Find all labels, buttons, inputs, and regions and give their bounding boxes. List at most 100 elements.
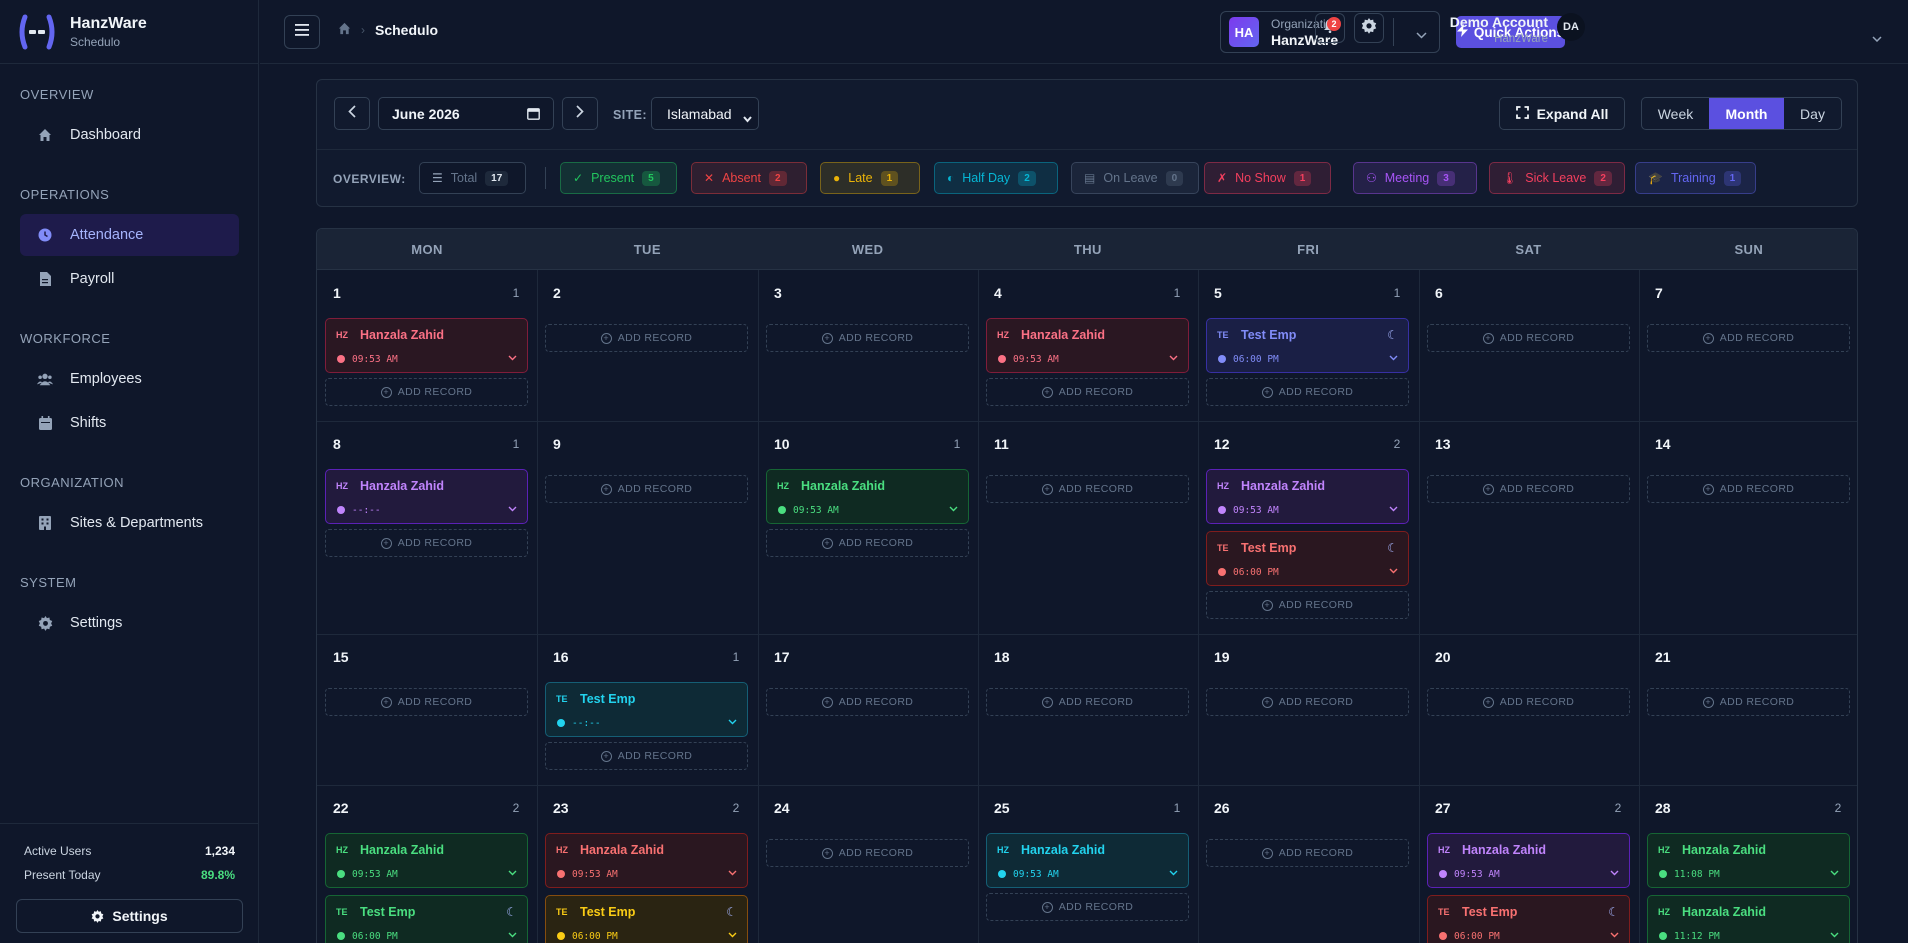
attendance-record-card[interactable]: HZ Hanzala Zahid 09:53 AM: [766, 469, 969, 524]
add-record-button[interactable]: + ADD RECORD: [986, 475, 1189, 503]
add-record-button[interactable]: + ADD RECORD: [545, 324, 748, 352]
sidebar-item-settings[interactable]: Settings: [20, 602, 239, 644]
chevron-down-icon[interactable]: [728, 717, 737, 728]
sidebar-item-attendance[interactable]: Attendance: [20, 214, 239, 256]
chevron-down-icon[interactable]: [1389, 566, 1398, 577]
chevron-down-icon[interactable]: [508, 868, 517, 879]
add-record-button[interactable]: + ADD RECORD: [1427, 324, 1630, 352]
overview-chip-late[interactable]: ● Late 1: [820, 162, 920, 194]
overview-chip-half-day[interactable]: ◐ Half Day 2: [934, 162, 1058, 194]
chevron-down-icon[interactable]: [1830, 868, 1839, 879]
attendance-record-card[interactable]: HZ Hanzala Zahid 09:53 AM: [325, 833, 528, 888]
add-record-button[interactable]: + ADD RECORD: [1647, 324, 1850, 352]
month-picker-input[interactable]: June 2026: [378, 97, 554, 130]
sidebar-item-sites[interactable]: Sites & Departments: [20, 502, 239, 544]
chevron-down-icon[interactable]: [508, 353, 517, 364]
chevron-down-icon[interactable]: [1169, 868, 1178, 879]
day-number: 23: [553, 800, 569, 816]
sidebar-item-dashboard[interactable]: Dashboard: [20, 114, 239, 156]
menu-toggle-button[interactable]: [284, 15, 320, 49]
add-record-button[interactable]: + ADD RECORD: [325, 688, 528, 716]
chevron-down-icon[interactable]: [1169, 353, 1178, 364]
attendance-record-card[interactable]: HZ Hanzala Zahid 11:08 PM: [1647, 833, 1850, 888]
add-record-button[interactable]: + ADD RECORD: [545, 475, 748, 503]
settings-button[interactable]: [1354, 13, 1384, 43]
overview-chip-meeting[interactable]: ⚇ Meeting 3: [1353, 162, 1477, 194]
overview-chip-on-leave[interactable]: ▤ On Leave 0: [1071, 162, 1199, 194]
day-cell: 27 2 HZ Hanzala Zahid 09:53 AM TE Test Emp 06:0…: [1419, 785, 1639, 943]
expand-all-button[interactable]: Expand All: [1499, 97, 1625, 130]
overview-chip-present[interactable]: ✓ Present 5: [560, 162, 677, 194]
chevron-down-icon[interactable]: [949, 504, 958, 515]
add-record-button[interactable]: + ADD RECORD: [986, 378, 1189, 406]
home-icon[interactable]: [338, 22, 351, 38]
attendance-record-card[interactable]: TE Test Emp 06:00 PM ☾: [1427, 895, 1630, 943]
add-record-button[interactable]: + ADD RECORD: [1206, 688, 1409, 716]
notifications-button[interactable]: 2: [1315, 13, 1345, 43]
attendance-record-card[interactable]: HZ Hanzala Zahid 09:53 AM: [1206, 469, 1409, 524]
overview-chip-total[interactable]: ☰ Total 17: [419, 162, 526, 194]
attendance-record-card[interactable]: HZ Hanzala Zahid --:--: [325, 469, 528, 524]
chevron-down-icon[interactable]: [508, 930, 517, 941]
add-record-button[interactable]: + ADD RECORD: [545, 742, 748, 770]
attendance-record-card[interactable]: HZ Hanzala Zahid 09:53 AM: [545, 833, 748, 888]
sidebar-item-shifts[interactable]: Shifts: [20, 402, 239, 444]
view-month-button[interactable]: Month: [1709, 98, 1784, 129]
add-record-button[interactable]: + ADD RECORD: [1647, 688, 1850, 716]
chevron-down-icon[interactable]: [1389, 353, 1398, 364]
chevron-down-icon[interactable]: [728, 868, 737, 879]
view-week-button[interactable]: Week: [1642, 98, 1709, 129]
add-record-button[interactable]: + ADD RECORD: [766, 839, 969, 867]
prev-month-button[interactable]: [334, 97, 370, 130]
add-record-button[interactable]: + ADD RECORD: [1206, 591, 1409, 619]
account-info[interactable]: Demo Account HanzWare: [1410, 14, 1548, 45]
overview-chip-sick-leave[interactable]: 🌡 Sick Leave 2: [1489, 162, 1625, 194]
plus-icon: +: [1041, 483, 1053, 495]
add-record-button[interactable]: + ADD RECORD: [986, 893, 1189, 921]
add-record-button[interactable]: + ADD RECORD: [766, 324, 969, 352]
chevron-down-icon[interactable]: [1610, 930, 1619, 941]
site-select[interactable]: Islamabad: [651, 97, 759, 130]
add-record-button[interactable]: + ADD RECORD: [1647, 475, 1850, 503]
employee-name: Test Emp: [1462, 905, 1518, 919]
overview-chip-no-show[interactable]: ✗ No Show 1: [1204, 162, 1331, 194]
add-record-button[interactable]: + ADD RECORD: [1427, 688, 1630, 716]
attendance-record-card[interactable]: TE Test Emp 06:00 PM ☾: [1206, 531, 1409, 586]
sidebar-item-payroll[interactable]: Payroll: [20, 258, 239, 300]
sidebar-item-label: Shifts: [70, 415, 107, 431]
add-record-button[interactable]: + ADD RECORD: [986, 688, 1189, 716]
attendance-record-card[interactable]: TE Test Emp 06:00 PM ☾: [325, 895, 528, 943]
attendance-record-card[interactable]: HZ Hanzala Zahid 09:53 AM: [1427, 833, 1630, 888]
chevron-down-icon[interactable]: [1830, 930, 1839, 941]
add-record-button[interactable]: + ADD RECORD: [1427, 475, 1630, 503]
add-record-button[interactable]: + ADD RECORD: [325, 378, 528, 406]
chevron-down-icon[interactable]: [508, 504, 517, 515]
chevron-down-icon[interactable]: [728, 930, 737, 941]
view-day-button[interactable]: Day: [1784, 98, 1841, 129]
add-record-button[interactable]: + ADD RECORD: [1206, 839, 1409, 867]
add-record-button[interactable]: + ADD RECORD: [766, 529, 969, 557]
next-month-button[interactable]: [562, 97, 598, 130]
attendance-record-card[interactable]: TE Test Emp --:--: [545, 682, 748, 737]
attendance-record-card[interactable]: TE Test Emp 06:00 PM ☾: [1206, 318, 1409, 373]
attendance-record-card[interactable]: HZ Hanzala Zahid 09:53 AM: [986, 833, 1189, 888]
avatar[interactable]: DA: [1557, 13, 1585, 41]
day-number: 5: [1214, 285, 1222, 301]
attendance-record-card[interactable]: HZ Hanzala Zahid 09:53 AM: [325, 318, 528, 373]
overview-chip-absent[interactable]: ✕ Absent 2: [691, 162, 807, 194]
add-record-button[interactable]: + ADD RECORD: [325, 529, 528, 557]
calendar-icon[interactable]: [527, 107, 540, 123]
overview-chip-training[interactable]: 🎓 Training 1: [1635, 162, 1756, 194]
attendance-record-card[interactable]: HZ Hanzala Zahid 11:12 PM: [1647, 895, 1850, 943]
attendance-record-card[interactable]: TE Test Emp 06:00 PM ☾: [545, 895, 748, 943]
chevron-down-icon[interactable]: [1610, 868, 1619, 879]
overview-chip-label: Sick Leave: [1525, 171, 1587, 185]
add-record-button[interactable]: + ADD RECORD: [766, 688, 969, 716]
sidebar-settings-button[interactable]: Settings: [16, 899, 243, 933]
add-record-button[interactable]: + ADD RECORD: [1206, 378, 1409, 406]
sidebar-item-employees[interactable]: Employees: [20, 358, 239, 400]
employee-initials: HZ: [336, 481, 348, 491]
attendance-record-card[interactable]: HZ Hanzala Zahid 09:53 AM: [986, 318, 1189, 373]
chevron-down-icon[interactable]: [1872, 29, 1882, 47]
chevron-down-icon[interactable]: [1389, 504, 1398, 515]
